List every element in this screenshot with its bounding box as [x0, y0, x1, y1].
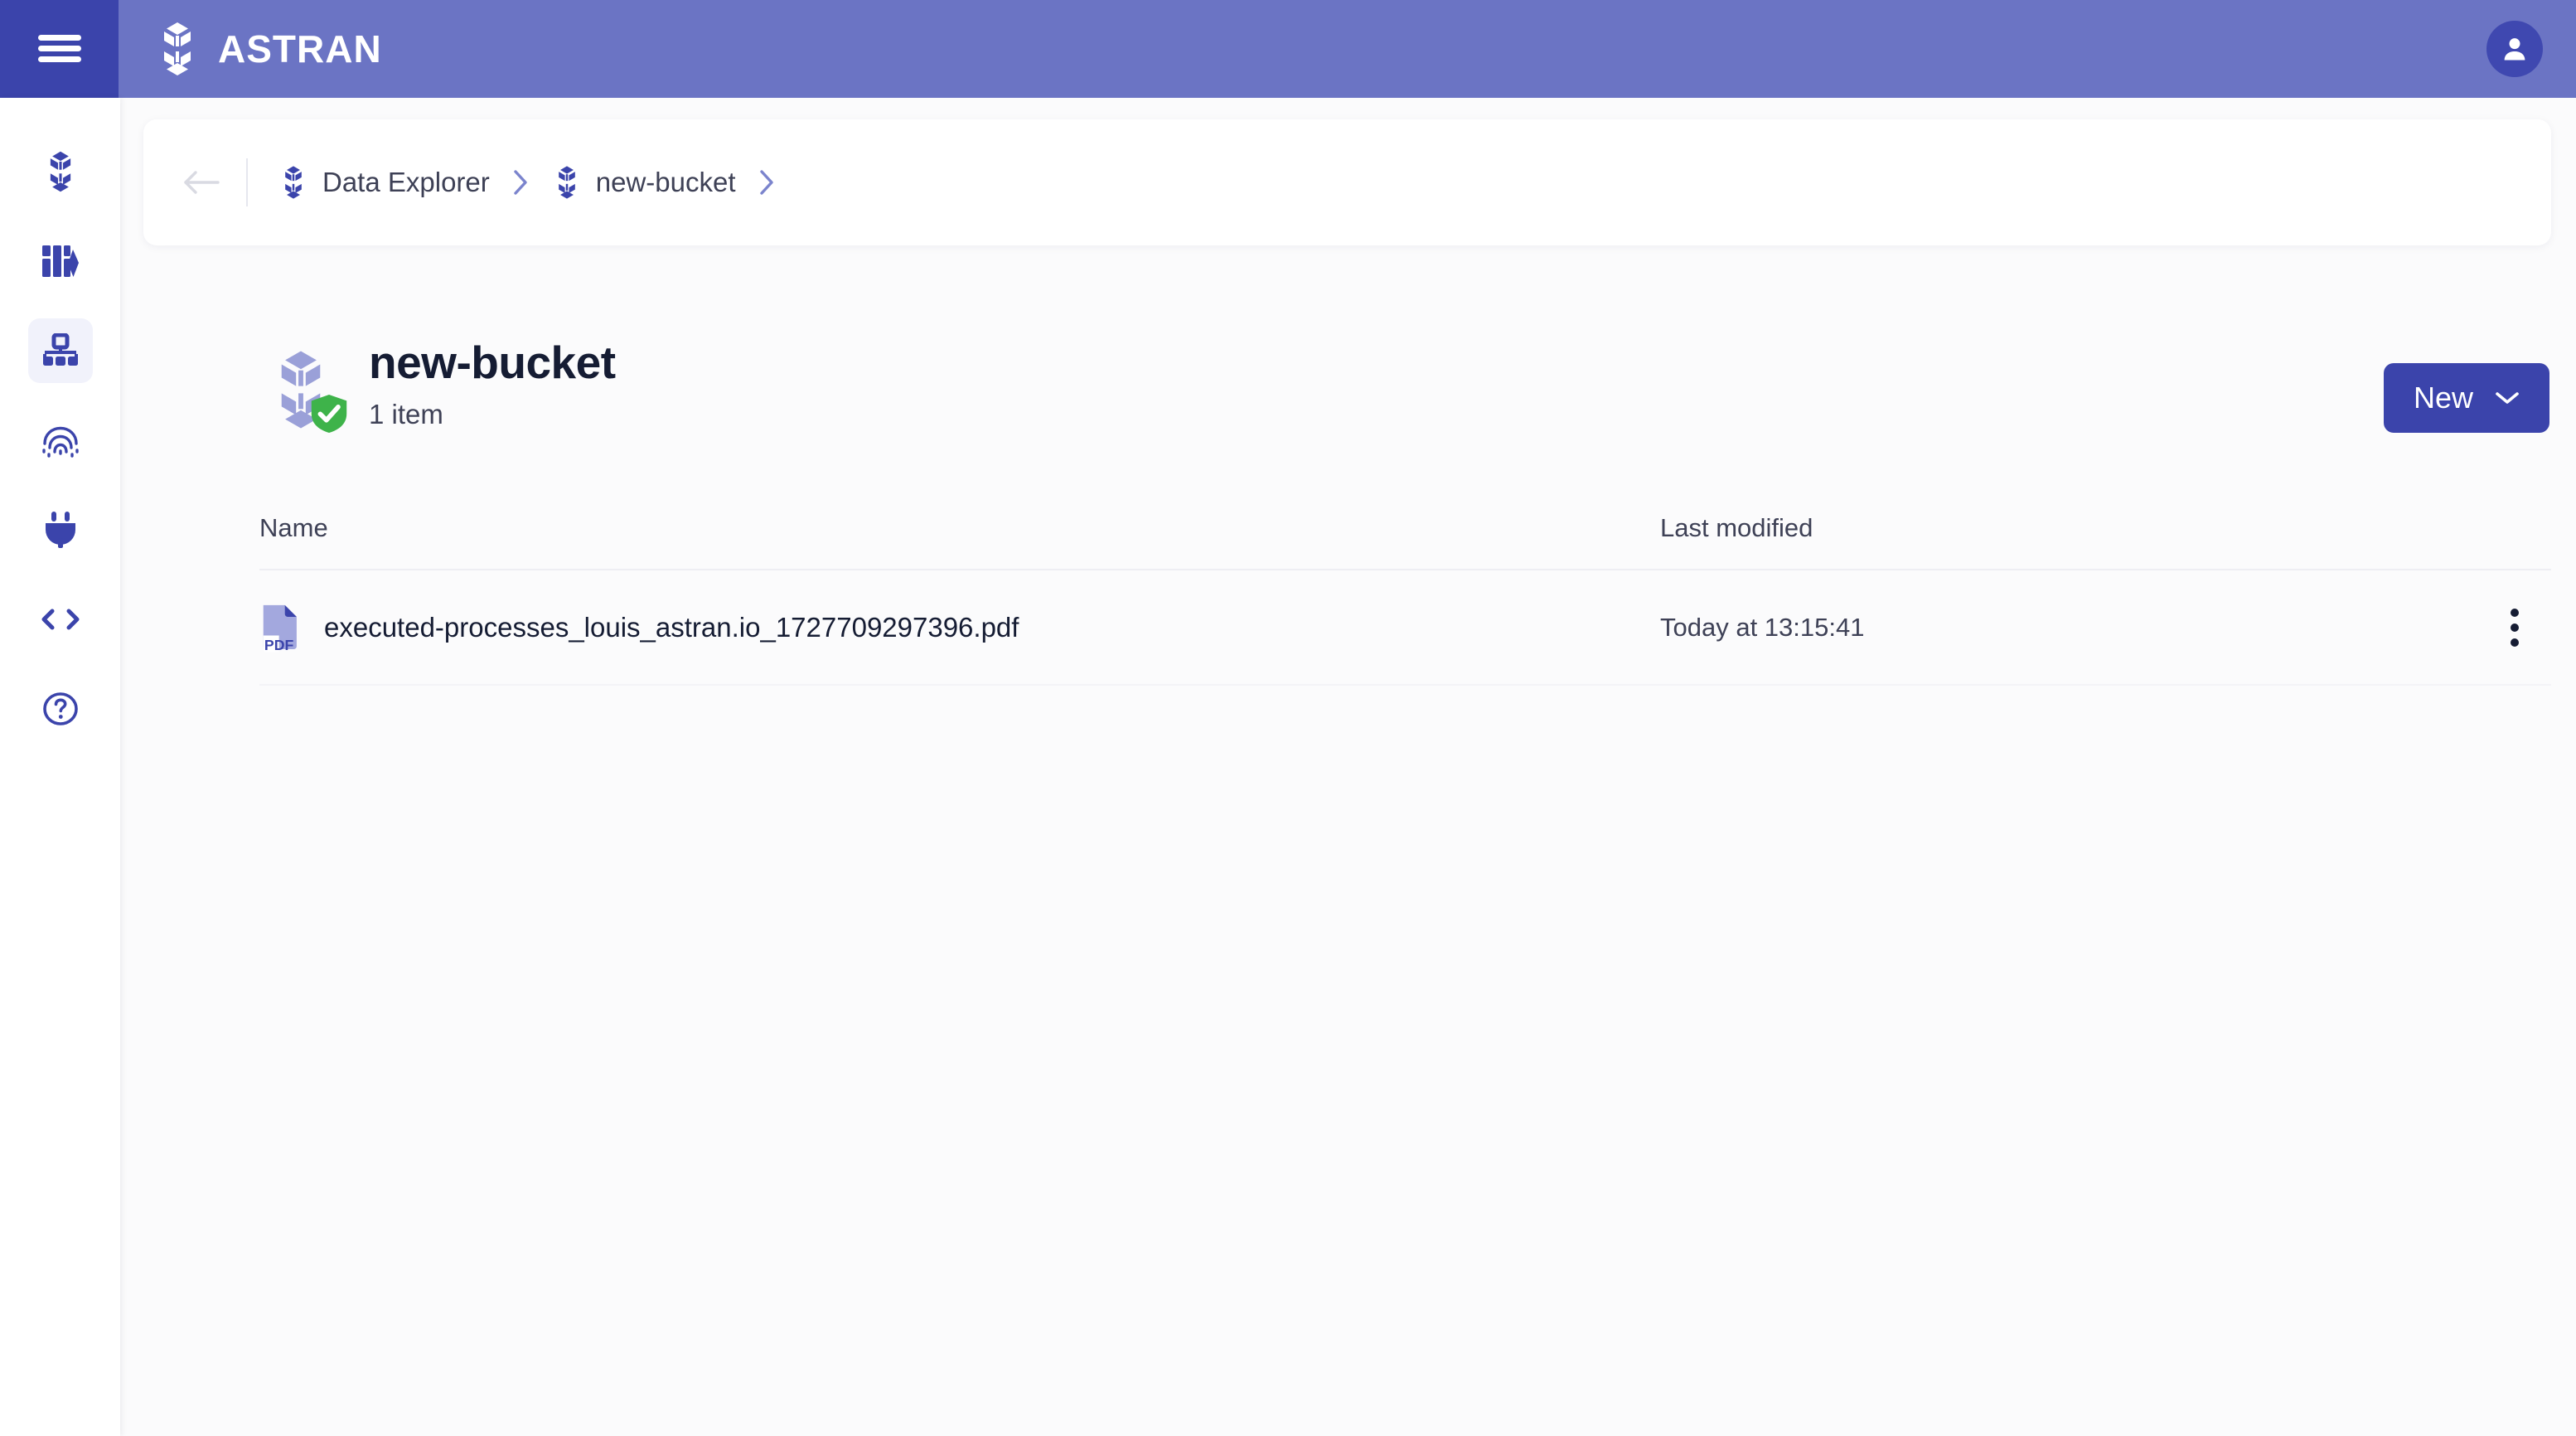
sidebar-item-astran[interactable] [28, 139, 93, 204]
item-count: 1 item [369, 399, 443, 430]
table-row[interactable]: PDF executed-processes_louis_astran.io_1… [259, 570, 2551, 686]
page-header: new-bucket 1 item [261, 337, 616, 433]
top-bar: ASTRAN [0, 0, 2576, 98]
sidebar-item-developers[interactable] [28, 587, 93, 652]
brand-name: ASTRAN [218, 27, 382, 70]
pdf-file-icon: PDF [263, 604, 297, 653]
column-header-name[interactable]: Name [259, 513, 1660, 543]
astran-hexagon-icon [285, 166, 302, 199]
page-content: Data Explorer new-bucket new-bucket 1 it… [120, 98, 2576, 1436]
breadcrumb-item-new-bucket[interactable]: new-bucket [551, 163, 736, 201]
cell-actions [2406, 603, 2551, 653]
menu-toggle-button[interactable] [0, 0, 119, 98]
sidebar-item-identity[interactable] [28, 408, 93, 473]
chevron-right-icon [758, 168, 776, 196]
column-header-last-modified[interactable]: Last modified [1660, 513, 2406, 543]
breadcrumb-label: Data Explorer [322, 167, 490, 197]
cell-last-modified: Today at 13:15:41 [1660, 612, 1865, 642]
help-circle-icon [42, 692, 78, 725]
sidebar [0, 98, 120, 1436]
code-brackets-icon [41, 609, 79, 630]
bucket-icon-wrapper [261, 350, 347, 433]
chevron-right-icon [511, 168, 530, 196]
cell-file-name: PDF executed-processes_louis_astran.io_1… [259, 602, 1660, 653]
avatar[interactable] [2486, 21, 2543, 77]
breadcrumb-divider [246, 158, 248, 206]
back-button[interactable] [178, 159, 225, 206]
breadcrumb: Data Explorer new-bucket [143, 119, 2551, 245]
shield-check-icon [311, 395, 347, 433]
new-button-label: New [2413, 381, 2474, 415]
header-bar: ASTRAN [119, 0, 2576, 98]
user-avatar-icon [2504, 38, 2525, 61]
hamburger-icon [37, 35, 81, 62]
kebab-menu-icon[interactable] [2490, 603, 2540, 653]
astran-hexagon-icon [50, 151, 70, 192]
sidebar-item-data-explorer[interactable] [27, 318, 93, 383]
arrow-left-icon [184, 171, 220, 194]
svg-text:PDF: PDF [264, 637, 294, 653]
table-header-row: Name Last modified [259, 488, 2551, 570]
breadcrumb-item-data-explorer[interactable]: Data Explorer [278, 163, 490, 201]
chevron-down-icon [2496, 392, 2519, 404]
file-name-label: executed-processes_louis_astran.io_17277… [324, 611, 1019, 643]
library-books-icon [41, 245, 79, 277]
breadcrumb-label: new-bucket [595, 167, 736, 197]
sidebar-item-library[interactable] [28, 229, 93, 294]
astran-hexagon-icon [558, 166, 575, 199]
new-button[interactable]: New [2384, 363, 2549, 433]
fingerprint-icon [41, 426, 79, 458]
sidebar-item-connectors[interactable] [28, 497, 93, 562]
sidebar-item-help[interactable] [28, 677, 93, 741]
plug-connector-icon [45, 512, 75, 548]
page-title: new-bucket [369, 337, 616, 388]
astran-hexagon-logo-icon [164, 22, 191, 75]
title-text-group: new-bucket 1 item [369, 337, 616, 430]
file-table: Name Last modified PDF executed-processe… [259, 488, 2551, 686]
brand-logo[interactable]: ASTRAN [152, 22, 382, 76]
sitemap-icon [42, 333, 78, 366]
